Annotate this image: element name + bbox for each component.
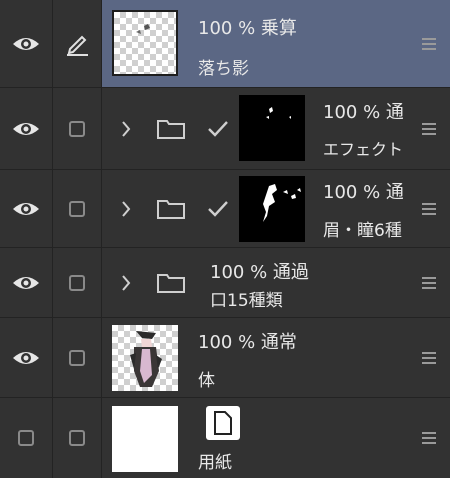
eye-icon <box>11 274 41 292</box>
visibility-toggle[interactable] <box>0 0 53 87</box>
visibility-toggle[interactable] <box>0 398 53 478</box>
checkbox-icon <box>69 430 85 446</box>
layer-name: 用紙 <box>198 453 232 473</box>
folder-icon <box>156 196 186 224</box>
chevron-right-icon[interactable] <box>120 120 132 142</box>
layer-name: 落ち影 <box>198 59 249 79</box>
checkbox-icon <box>69 274 85 291</box>
checkbox-icon <box>18 430 34 446</box>
eye-icon <box>11 200 41 218</box>
layer-mask-thumbnail <box>239 176 305 242</box>
edit-target-toggle[interactable] <box>53 0 102 87</box>
layer-name: 体 <box>198 371 215 391</box>
paper-layer-icon <box>206 406 240 440</box>
edit-target-toggle[interactable] <box>53 170 102 247</box>
eye-icon <box>11 35 41 53</box>
checkbox-icon <box>69 200 85 217</box>
layer-row-effect-folder[interactable]: 100 % 通 エフェクト <box>0 88 450 170</box>
layer-menu-handle[interactable] <box>422 432 436 444</box>
visibility-toggle[interactable] <box>0 248 53 317</box>
layer-content[interactable]: 用紙 <box>102 398 450 478</box>
edit-target-toggle[interactable] <box>53 88 102 169</box>
layer-mask-thumbnail <box>239 95 305 161</box>
layer-content[interactable]: 100 % 通 眉・瞳6種 <box>102 170 450 247</box>
eye-icon <box>11 120 41 138</box>
layer-content[interactable]: 100 % 通常 体 <box>102 318 450 397</box>
layer-row-body[interactable]: 100 % 通常 体 <box>0 318 450 398</box>
layer-row-mouth-folder[interactable]: 100 % 通過 口15種類 <box>0 248 450 318</box>
eye-icon <box>11 349 41 367</box>
edit-target-toggle[interactable] <box>53 248 102 317</box>
mask-link-check-icon[interactable] <box>206 119 230 143</box>
visibility-toggle[interactable] <box>0 318 53 397</box>
layer-opacity-blend: 100 % 通常 <box>198 332 297 353</box>
layer-thumbnail <box>112 10 178 76</box>
layer-thumbnail <box>112 406 178 472</box>
layer-row-drop-shadow[interactable]: 100 % 乗算 落ち影 <box>0 0 450 88</box>
layer-content[interactable]: 100 % 通 エフェクト <box>102 88 450 169</box>
checkbox-icon <box>69 120 85 137</box>
layer-menu-handle[interactable] <box>422 202 436 215</box>
chevron-right-icon[interactable] <box>120 200 132 222</box>
edit-target-toggle[interactable] <box>53 318 102 397</box>
layer-menu-handle[interactable] <box>422 276 436 289</box>
folder-icon <box>156 270 186 298</box>
layer-content[interactable]: 100 % 乗算 落ち影 <box>102 0 450 87</box>
layer-menu-handle[interactable] <box>422 351 436 364</box>
layer-panel: 100 % 乗算 落ち影 100 % 通 エフェクト 100 % 通 眉・瞳6種… <box>0 0 450 478</box>
mask-link-check-icon[interactable] <box>206 199 230 223</box>
layer-menu-handle[interactable] <box>422 37 436 50</box>
layer-opacity-blend: 100 % 通過 <box>210 262 309 283</box>
layer-opacity-blend: 100 % 通 <box>323 182 403 203</box>
layer-thumbnail <box>112 325 178 391</box>
layer-opacity-blend: 100 % 通 <box>323 102 403 123</box>
layer-menu-handle[interactable] <box>422 122 436 135</box>
edit-target-toggle[interactable] <box>53 398 102 478</box>
chevron-right-icon[interactable] <box>120 274 132 296</box>
layer-name: エフェクト <box>323 140 403 159</box>
layer-row-paper[interactable]: 用紙 <box>0 398 450 478</box>
layer-name: 眉・瞳6種 <box>323 221 402 241</box>
checkbox-icon <box>69 349 85 366</box>
layer-row-eyebrows-folder[interactable]: 100 % 通 眉・瞳6種 <box>0 170 450 248</box>
layer-content[interactable]: 100 % 通過 口15種類 <box>102 248 450 317</box>
layer-name: 口15種類 <box>210 291 283 311</box>
visibility-toggle[interactable] <box>0 170 53 247</box>
visibility-toggle[interactable] <box>0 88 53 169</box>
layer-opacity-blend: 100 % 乗算 <box>198 18 297 39</box>
pen-icon <box>64 31 90 57</box>
folder-icon <box>156 116 186 144</box>
